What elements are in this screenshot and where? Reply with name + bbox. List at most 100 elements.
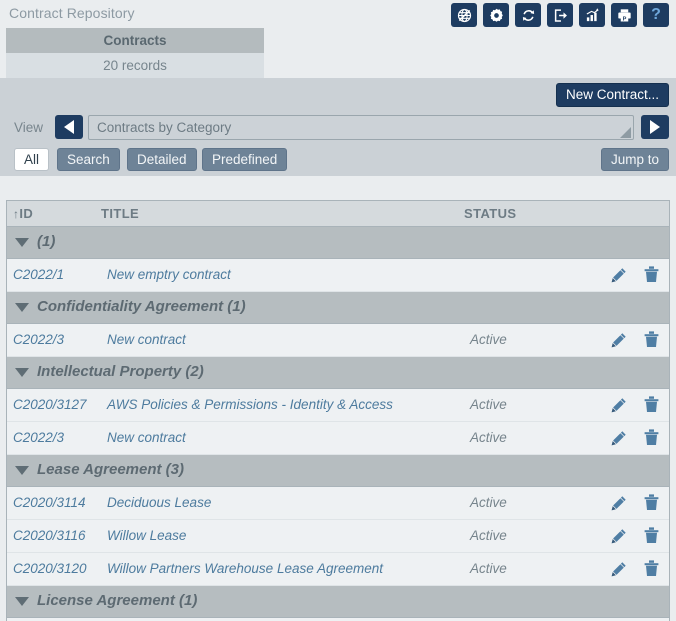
cell-id[interactable]: C2022/3 xyxy=(13,332,64,347)
chevron-left-icon[interactable] xyxy=(55,115,83,139)
group-header-row[interactable]: Confidentiality Agreement (1) xyxy=(7,292,669,324)
group-header-label: Lease Agreement (3) xyxy=(37,461,184,478)
chevron-down-icon xyxy=(620,127,631,138)
title-bar: Contract Repository P ? xyxy=(0,0,676,28)
print-icon[interactable]: P xyxy=(611,3,637,27)
cell-id[interactable]: C2020/3116 xyxy=(13,528,86,543)
table-row[interactable]: C2020/3116 Willow Lease Active xyxy=(7,520,669,553)
group-header-row[interactable]: License Agreement (1) xyxy=(7,586,669,618)
spacer xyxy=(0,176,676,189)
tab-contracts[interactable]: Contracts xyxy=(6,28,264,53)
svg-text:P: P xyxy=(622,16,626,22)
edit-icon[interactable] xyxy=(611,430,627,446)
collapse-caret-icon[interactable] xyxy=(15,303,29,312)
cell-title[interactable]: Willow Lease xyxy=(107,528,186,543)
delete-icon[interactable] xyxy=(644,331,659,348)
chart-icon[interactable] xyxy=(579,3,605,27)
table-header: ↑ID TITLE STATUS xyxy=(7,201,669,227)
globe-network-icon[interactable] xyxy=(451,3,477,27)
delete-icon[interactable] xyxy=(644,266,659,283)
delete-icon[interactable] xyxy=(644,396,659,413)
collapse-caret-icon[interactable] xyxy=(15,597,29,606)
cell-id[interactable]: C2020/3114 xyxy=(13,495,86,510)
table-row[interactable]: C2020/3114 Deciduous Lease Active xyxy=(7,487,669,520)
cell-status: Active xyxy=(470,528,507,543)
row-actions xyxy=(611,494,659,511)
table-row[interactable]: C2022/3 New contract Active xyxy=(7,324,669,357)
action-band: New Contract... xyxy=(0,78,676,111)
cell-title[interactable]: New contract xyxy=(107,332,186,347)
edit-icon[interactable] xyxy=(611,561,627,577)
edit-icon[interactable] xyxy=(611,528,627,544)
column-header-status[interactable]: STATUS xyxy=(464,206,516,221)
toolbar-icon-group: P ? xyxy=(451,3,669,27)
export-icon[interactable] xyxy=(547,3,573,27)
chevron-right-icon[interactable] xyxy=(641,115,669,139)
cell-title[interactable]: Deciduous Lease xyxy=(107,495,211,510)
records-row: 20 records xyxy=(0,53,676,78)
group-header-label: Confidentiality Agreement (1) xyxy=(37,298,246,315)
cell-title[interactable]: Willow Partners Warehouse Lease Agreemen… xyxy=(107,561,383,576)
edit-icon[interactable] xyxy=(611,267,627,283)
refresh-icon[interactable] xyxy=(515,3,541,27)
group-header-row[interactable]: Lease Agreement (3) xyxy=(7,455,669,487)
contracts-table: ↑ID TITLE STATUS (1) C2022/1 New emptry co… xyxy=(6,200,670,621)
help-glyph: ? xyxy=(651,6,661,23)
edit-icon[interactable] xyxy=(611,397,627,413)
table-row[interactable]: C2022/1 New emptry contract xyxy=(7,259,669,292)
delete-icon[interactable] xyxy=(644,494,659,511)
help-icon[interactable]: ? xyxy=(643,3,669,27)
delete-icon[interactable] xyxy=(644,429,659,446)
table-row[interactable]: C2020/3120 Willow Partners Warehouse Leas… xyxy=(7,553,669,586)
cell-id[interactable]: C2020/3127 xyxy=(13,397,87,412)
gear-settings-icon[interactable] xyxy=(483,3,509,27)
row-actions xyxy=(611,266,659,283)
table-body: (1) C2022/1 New emptry contract Confidentia… xyxy=(7,227,669,618)
filter-row: All Search Detailed Predefined Jump to xyxy=(0,144,676,176)
delete-icon[interactable] xyxy=(644,527,659,544)
table-row[interactable]: C2022/3 New contract Active xyxy=(7,422,669,455)
row-actions xyxy=(611,527,659,544)
cell-id[interactable]: C2020/3120 xyxy=(13,561,87,576)
cell-title[interactable]: New emptry contract xyxy=(107,267,231,282)
jump-to-button[interactable]: Jump to xyxy=(600,148,669,171)
view-selector-row: View Contracts by Category xyxy=(0,111,676,144)
collapse-caret-icon[interactable] xyxy=(15,466,29,475)
filter-search-button[interactable]: Search xyxy=(57,148,120,171)
new-contract-button[interactable]: New Contract... xyxy=(555,83,669,107)
cell-id[interactable]: C2022/3 xyxy=(13,430,64,445)
cell-id[interactable]: C2022/1 xyxy=(13,267,64,282)
column-header-id[interactable]: ↑ID xyxy=(13,206,33,221)
row-actions xyxy=(611,560,659,577)
collapse-caret-icon[interactable] xyxy=(15,238,29,247)
filter-predefined-button[interactable]: Predefined xyxy=(202,148,288,171)
view-select[interactable]: Contracts by Category xyxy=(88,115,634,140)
filter-all-button[interactable]: All xyxy=(14,148,50,171)
cell-title[interactable]: New contract xyxy=(107,430,186,445)
column-header-title[interactable]: TITLE xyxy=(101,206,139,221)
cell-status: Active xyxy=(470,332,507,347)
cell-status: Active xyxy=(470,561,507,576)
group-header-label: (1) xyxy=(37,233,56,250)
cell-status: Active xyxy=(470,495,507,510)
tab-bar: Contracts xyxy=(0,28,676,53)
delete-icon[interactable] xyxy=(644,560,659,577)
row-actions xyxy=(611,396,659,413)
edit-icon[interactable] xyxy=(611,495,627,511)
view-label: View xyxy=(14,120,44,135)
collapse-caret-icon[interactable] xyxy=(15,368,29,377)
view-select-value: Contracts by Category xyxy=(97,120,232,135)
edit-icon[interactable] xyxy=(611,332,627,348)
group-header-row[interactable]: (1) xyxy=(7,227,669,259)
row-actions xyxy=(611,429,659,446)
column-header-id-label: ID xyxy=(19,206,34,221)
group-header-row[interactable]: Intellectual Property (2) xyxy=(7,357,669,389)
group-header-label: Intellectual Property (2) xyxy=(37,363,204,380)
group-header-label: License Agreement (1) xyxy=(37,592,198,609)
filter-detailed-button[interactable]: Detailed xyxy=(127,148,197,171)
cell-title[interactable]: AWS Policies & Permissions - Identity & … xyxy=(107,397,393,412)
table-row[interactable]: C2020/3127 AWS Policies & Permissions - I… xyxy=(7,389,669,422)
cell-status: Active xyxy=(470,397,507,412)
row-actions xyxy=(611,331,659,348)
record-count: 20 records xyxy=(6,53,264,78)
